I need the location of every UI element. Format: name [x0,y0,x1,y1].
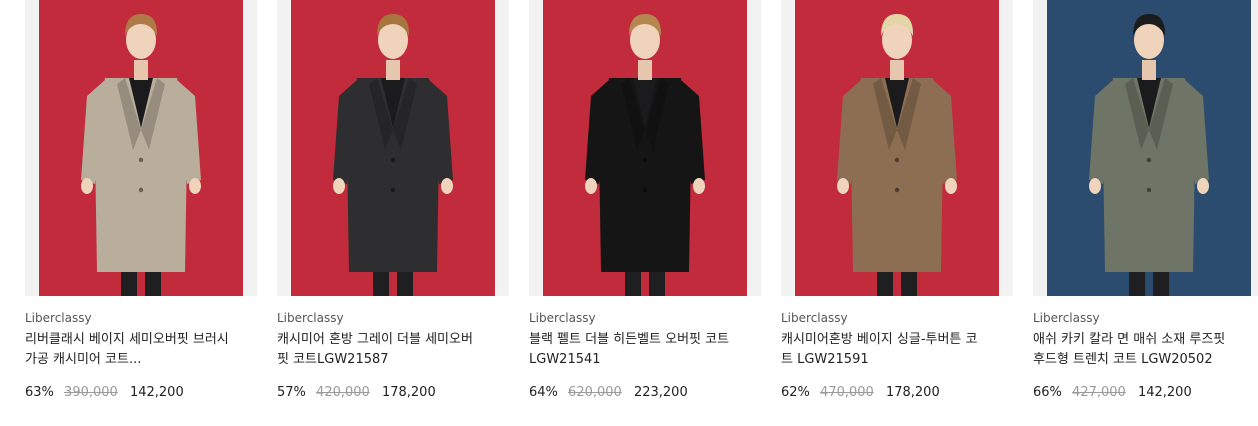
product-image[interactable] [781,0,1013,296]
brand-name[interactable]: Liberclassy [781,310,1013,326]
sale-price: 142,200 [1137,385,1192,400]
original-price: 390,000 [64,385,118,400]
price-row: 57% 420,000 178,200 [277,384,509,402]
brand-name[interactable]: Liberclassy [25,310,257,326]
discount-rate: 62% [781,385,810,400]
product-card[interactable]: Liberclassy 블랙 펠트 더블 히든벨트 오버핏 코트LGW21541… [529,0,761,402]
discount-rate: 64% [529,385,558,400]
sale-price: 223,200 [633,385,688,400]
product-card[interactable]: Liberclassy 캐시미어 혼방 그레이 더블 세미오버핏 코트LGW21… [277,0,509,402]
sale-price: 178,200 [885,385,940,400]
discount-rate: 66% [1033,385,1062,400]
discount-rate: 57% [277,385,306,400]
product-image[interactable] [529,0,761,296]
model-black-coat-icon [543,0,747,296]
model-beige-coat-icon [39,0,243,296]
price-row: 66% 427,000 142,200 [1033,384,1258,402]
original-price: 427,000 [1072,385,1126,400]
model-camel-coat-icon [795,0,999,296]
brand-name[interactable]: Liberclassy [529,310,761,326]
price-row: 62% 470,000 178,200 [781,384,1013,402]
product-title[interactable]: 블랙 펠트 더블 히든벨트 오버핏 코트LGW21541 [529,330,734,370]
original-price: 620,000 [568,385,622,400]
model-khaki-trench-icon [1047,0,1251,296]
product-card[interactable]: Liberclassy 캐시미어혼방 베이지 싱글-투버튼 코트 LGW2159… [781,0,1013,402]
product-image[interactable] [277,0,509,296]
original-price: 470,000 [820,385,874,400]
product-title[interactable]: 리버클래시 베이지 세미오버핏 브러시가공 캐시미어 코트... [25,330,230,370]
brand-name[interactable]: Liberclassy [277,310,509,326]
product-title[interactable]: 애쉬 카키 칼라 면 매쉬 소재 루즈핏 후드형 트렌치 코트 LGW20502 [1033,330,1238,370]
sale-price: 178,200 [381,385,436,400]
product-image[interactable] [1033,0,1258,296]
model-grey-coat-icon [291,0,495,296]
product-grid: Liberclassy 리버클래시 베이지 세미오버핏 브러시가공 캐시미어 코… [0,0,1258,426]
product-title[interactable]: 캐시미어혼방 베이지 싱글-투버튼 코트 LGW21591 [781,330,986,370]
discount-rate: 63% [25,385,54,400]
product-card[interactable]: Liberclassy 애쉬 카키 칼라 면 매쉬 소재 루즈핏 후드형 트렌치… [1033,0,1258,402]
sale-price: 142,200 [129,385,184,400]
price-row: 64% 620,000 223,200 [529,384,761,402]
brand-name[interactable]: Liberclassy [1033,310,1258,326]
original-price: 420,000 [316,385,370,400]
product-title[interactable]: 캐시미어 혼방 그레이 더블 세미오버핏 코트LGW21587 [277,330,482,370]
price-row: 63% 390,000 142,200 [25,384,257,402]
product-card[interactable]: Liberclassy 리버클래시 베이지 세미오버핏 브러시가공 캐시미어 코… [25,0,257,402]
product-image[interactable] [25,0,257,296]
